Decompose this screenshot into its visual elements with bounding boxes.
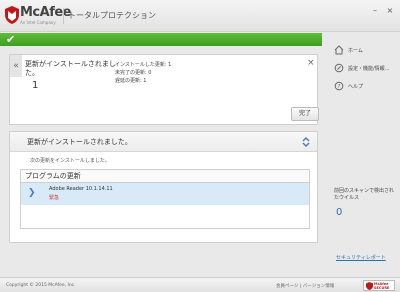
- update-priority: 緊急: [49, 195, 60, 201]
- installed-updates-panel: 更新がインストールされました。 次の更新をインストールしました。 プログラムの更…: [9, 131, 318, 243]
- collapse-toggle-icon[interactable]: [300, 136, 312, 148]
- scan-result-label: 前回のスキャンで検出されたウイルス: [334, 188, 395, 201]
- title-divider: [63, 8, 64, 24]
- protection-status-bar: ✔: [0, 33, 322, 46]
- installed-message: 次の更新をインストールしました。: [30, 158, 110, 164]
- svg-text:?: ?: [338, 84, 341, 90]
- notification-title: 更新がインストールされました。: [25, 60, 116, 77]
- sidebar-item-label: 設定・機能/情報…: [348, 66, 390, 72]
- update-name: Adobe Reader 10.1.14.11: [49, 186, 113, 192]
- stat-installed: インストールした更新: 1: [115, 62, 172, 68]
- help-icon: ?: [334, 81, 344, 91]
- scan-result-count: 0: [336, 207, 343, 218]
- update-notification-card: « 更新がインストールされました。 1 インストールした更新: 1 未完了の更新…: [9, 54, 319, 125]
- stat-delayed: 遅延の更新: 1: [115, 78, 147, 84]
- app-title: トータルプロテクション: [68, 11, 156, 20]
- updates-table: プログラムの更新 ❯ Adobe Reader 10.1.14.11 緊急: [20, 169, 310, 229]
- security-report-link[interactable]: セキュリティレポート: [336, 254, 386, 261]
- footer-bar: Copyright © 2015 McAfee, Inc. 会員ページ | バー…: [0, 277, 400, 292]
- done-button[interactable]: 完了: [291, 107, 319, 121]
- table-header: プログラムの更新: [21, 170, 309, 183]
- installed-panel-header[interactable]: 更新がインストールされました。: [10, 132, 317, 152]
- minimize-button[interactable]: –: [368, 5, 382, 17]
- copyright-text: Copyright © 2015 McAfee, Inc.: [6, 283, 76, 288]
- footer-links[interactable]: 会員ページ | バージョン情報: [276, 283, 334, 289]
- check-icon: ✔: [6, 33, 16, 46]
- badge-line-secure: SECURE: [374, 286, 390, 290]
- sidebar-item-label: ヘルプ: [348, 84, 364, 90]
- table-row[interactable]: ❯ Adobe Reader 10.1.14.11 緊急: [21, 183, 309, 205]
- settings-icon: [334, 63, 344, 73]
- back-arrow-icon[interactable]: «: [10, 55, 22, 77]
- shield-icon: [366, 282, 373, 290]
- mcafee-secure-badge: McAfee SECURE: [363, 280, 395, 291]
- close-icon[interactable]: ×: [307, 58, 315, 68]
- badge-text: McAfee SECURE: [374, 282, 389, 290]
- chevron-right-icon[interactable]: ❯: [28, 188, 36, 198]
- mcafee-shield-icon: [5, 6, 19, 24]
- update-stats: インストールした更新: 1 未完了の更新: 0 遅延の更新: 1: [115, 61, 171, 85]
- sidebar-item-label: ホーム: [348, 48, 363, 54]
- update-count: 1: [32, 80, 39, 91]
- home-icon: [334, 45, 344, 55]
- title-bar: McAfee An Intel Company トータルプロテクション – ×: [0, 0, 400, 32]
- stat-pending: 未完了の更新: 0: [115, 70, 152, 76]
- brand-subtitle: An Intel Company: [20, 20, 56, 25]
- installed-panel-title: 更新がインストールされました。: [27, 138, 132, 146]
- close-window-button[interactable]: ×: [383, 5, 397, 17]
